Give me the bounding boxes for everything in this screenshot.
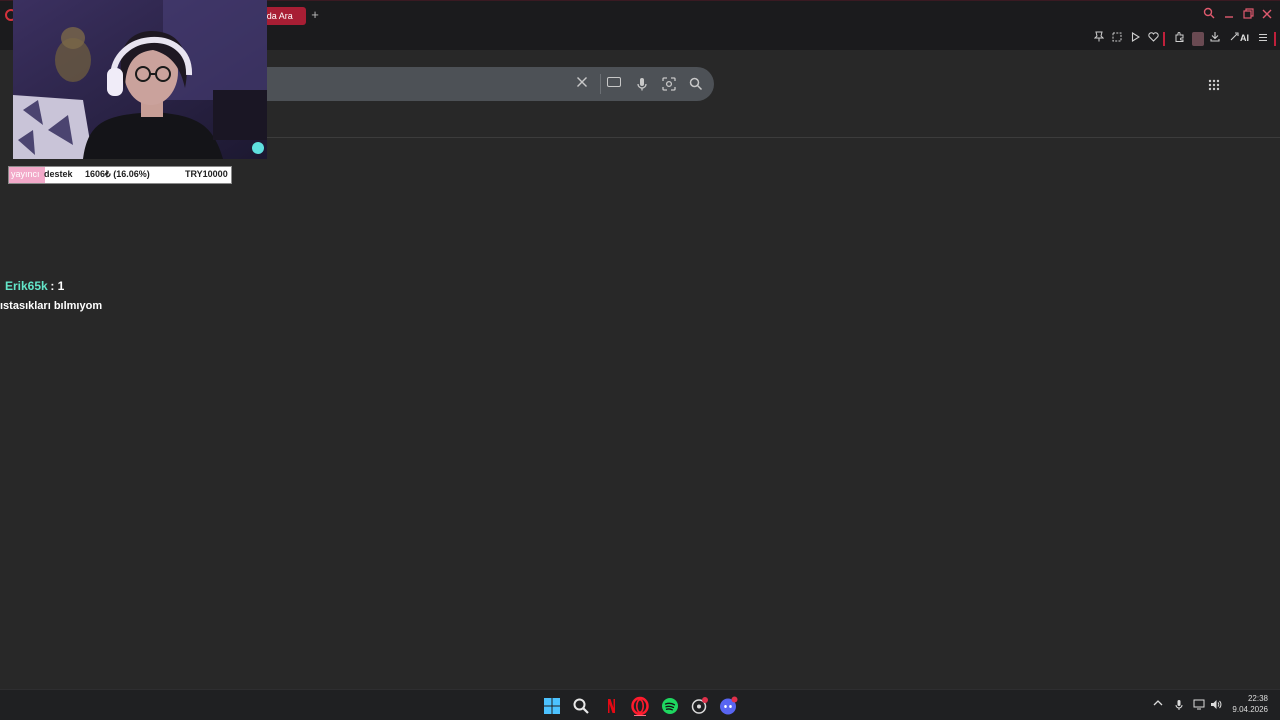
keyboard-icon[interactable] xyxy=(607,77,621,87)
toolbar-divider xyxy=(1274,32,1276,46)
search-icon[interactable] xyxy=(1202,7,1216,23)
windows-taskbar: 22:38 9.04.2026 xyxy=(0,689,1280,720)
mic-icon[interactable] xyxy=(1173,699,1185,711)
tray-clock-date[interactable]: 9.04.2026 xyxy=(1225,705,1268,714)
windows-start-icon[interactable] xyxy=(542,696,562,716)
spotify-icon[interactable] xyxy=(660,696,680,716)
chat-username: Erik65k xyxy=(5,279,48,293)
restore-icon[interactable] xyxy=(1241,7,1255,23)
webcam-overlay xyxy=(13,0,267,159)
donation-goal-bar: yayıncı destek 1606₺ (16.06%) TRY10000 xyxy=(8,166,232,184)
play-icon[interactable] xyxy=(1128,31,1142,47)
close-icon[interactable] xyxy=(1260,7,1274,23)
aria-icon[interactable] xyxy=(1227,31,1241,47)
clear-icon[interactable] xyxy=(573,75,591,93)
goal-label: yayıncı xyxy=(11,169,40,179)
search-bar-divider xyxy=(600,74,601,94)
goal-progress-text: 1606₺ (16.06%) xyxy=(85,169,150,179)
chat-message: ıstasıkları bılmıyom xyxy=(0,300,103,312)
profile-icon[interactable] xyxy=(1192,32,1204,46)
goal-target-text: TRY10000 xyxy=(185,169,228,179)
chat-inline-text: : 1 xyxy=(47,279,65,293)
apps-grid-icon[interactable] xyxy=(1208,78,1220,91)
discord-icon[interactable] xyxy=(718,696,738,716)
volume-icon[interactable] xyxy=(1210,699,1222,711)
tray-clock-time[interactable]: 22:38 xyxy=(1234,694,1268,703)
search-icon[interactable] xyxy=(688,76,704,92)
pin-icon[interactable] xyxy=(1092,31,1106,47)
goal-label: destek xyxy=(44,169,73,179)
netflix-icon[interactable] xyxy=(601,696,621,716)
download-icon[interactable] xyxy=(1208,31,1222,47)
menu-icon[interactable] xyxy=(1256,31,1270,47)
lens-icon[interactable] xyxy=(661,76,677,92)
page-header-divider xyxy=(258,137,1280,138)
minimize-icon[interactable] xyxy=(1222,7,1236,23)
display-icon[interactable] xyxy=(1193,699,1205,711)
plus-icon[interactable]: + xyxy=(309,8,321,22)
search-input[interactable] xyxy=(258,67,714,101)
snapshot-icon[interactable] xyxy=(1110,31,1124,47)
opera-icon[interactable] xyxy=(630,696,650,717)
app-icon[interactable] xyxy=(689,696,709,716)
aria-ai-label[interactable]: AI xyxy=(1240,33,1249,43)
mic-icon[interactable] xyxy=(634,76,650,92)
extensions-icon[interactable] xyxy=(1172,31,1186,47)
tray-overflow-icon[interactable] xyxy=(1152,699,1164,711)
heart-icon[interactable] xyxy=(1146,31,1160,47)
tab-label: 'da Ara xyxy=(265,11,293,21)
search-icon[interactable] xyxy=(571,696,591,716)
toolbar-divider xyxy=(1163,32,1165,46)
